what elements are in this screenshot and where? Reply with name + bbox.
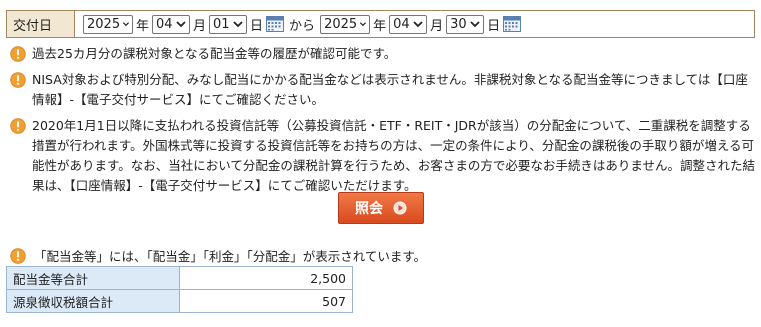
date-filter-row: 交付日 2025 年 04 月 01 日 から 2025 年 04 月 30 日 bbox=[6, 10, 755, 38]
summary-note-text: 「配当金等」には、「配当金」「利金」「分配金」が表示されています。 bbox=[34, 249, 427, 264]
end-year-select[interactable]: 2025 bbox=[320, 14, 371, 34]
inquiry-button-label: 照会 bbox=[355, 201, 383, 217]
end-day-select[interactable]: 30 bbox=[446, 14, 485, 34]
exclamation-circle-icon bbox=[10, 46, 26, 62]
inquiry-button-wrap: 照会 bbox=[338, 192, 424, 224]
summary-value: 507 bbox=[179, 289, 353, 313]
summary-label: 配当金等合計 bbox=[6, 266, 180, 290]
inquiry-button[interactable]: 照会 bbox=[338, 192, 424, 224]
summary-table: 配当金等合計 2,500 源泉徴収税額合計 507 bbox=[6, 266, 353, 313]
exclamation-circle-icon bbox=[10, 72, 26, 88]
end-month-select[interactable]: 04 bbox=[389, 14, 428, 34]
end-day-value: 30 bbox=[450, 16, 467, 32]
start-day-unit: 日 bbox=[250, 18, 264, 34]
play-circle-icon bbox=[393, 201, 407, 215]
start-day-value: 01 bbox=[213, 16, 230, 32]
table-row: 配当金等合計 2,500 bbox=[6, 266, 353, 290]
start-day-select[interactable]: 01 bbox=[209, 14, 248, 34]
end-month-unit: 月 bbox=[430, 18, 444, 34]
note-item: NISA対象および特別分配、みなし配当にかかる配当金などは表示されません。非課税… bbox=[10, 70, 755, 110]
chevron-down-icon bbox=[413, 21, 423, 28]
date-range-separator: から bbox=[289, 18, 316, 34]
chevron-down-icon bbox=[233, 21, 243, 28]
start-year-select[interactable]: 2025 bbox=[83, 14, 133, 34]
chevron-down-icon bbox=[122, 22, 130, 27]
end-year-value: 2025 bbox=[324, 16, 358, 32]
chevron-down-icon bbox=[360, 22, 367, 27]
exclamation-circle-icon bbox=[10, 118, 26, 134]
start-month-value: 04 bbox=[156, 16, 173, 32]
note-text: NISA対象および特別分配、みなし配当にかかる配当金などは表示されません。非課税… bbox=[32, 72, 748, 107]
table-row: 源泉徴収税額合計 507 bbox=[6, 289, 353, 313]
start-month-select[interactable]: 04 bbox=[152, 14, 191, 34]
calendar-icon[interactable] bbox=[266, 16, 285, 32]
end-day-unit: 日 bbox=[487, 18, 501, 34]
end-month-value: 04 bbox=[393, 16, 410, 32]
chevron-down-icon bbox=[470, 21, 480, 28]
start-year-value: 2025 bbox=[87, 16, 121, 32]
note-item: 過去25カ月分の課税対象となる配当金等の履歴が確認可能です。 bbox=[10, 44, 755, 64]
summary-value: 2,500 bbox=[179, 266, 353, 290]
note-text: 過去25カ月分の課税対象となる配当金等の履歴が確認可能です。 bbox=[32, 46, 397, 61]
exclamation-circle-icon bbox=[10, 247, 26, 264]
end-year-unit: 年 bbox=[373, 18, 387, 34]
summary-note: 「配当金等」には、「配当金」「利金」「分配金」が表示されています。 bbox=[10, 246, 426, 265]
start-year-unit: 年 bbox=[136, 18, 150, 34]
notes-list: 過去25カ月分の課税対象となる配当金等の履歴が確認可能です。 NISA対象および… bbox=[10, 44, 755, 202]
note-text: 2020年1月1日以降に支払われる投資信託等（公募投資信託・ETF・REIT・J… bbox=[32, 118, 756, 193]
summary-label: 源泉徴収税額合計 bbox=[6, 289, 180, 313]
start-month-unit: 月 bbox=[193, 18, 207, 34]
calendar-icon[interactable] bbox=[503, 16, 522, 32]
chevron-down-icon bbox=[176, 21, 186, 28]
note-item: 2020年1月1日以降に支払われる投資信託等（公募投資信託・ETF・REIT・J… bbox=[10, 116, 755, 196]
date-filter-label: 交付日 bbox=[7, 11, 75, 37]
date-filter-controls: 2025 年 04 月 01 日 から 2025 年 04 月 30 日 bbox=[75, 14, 522, 34]
